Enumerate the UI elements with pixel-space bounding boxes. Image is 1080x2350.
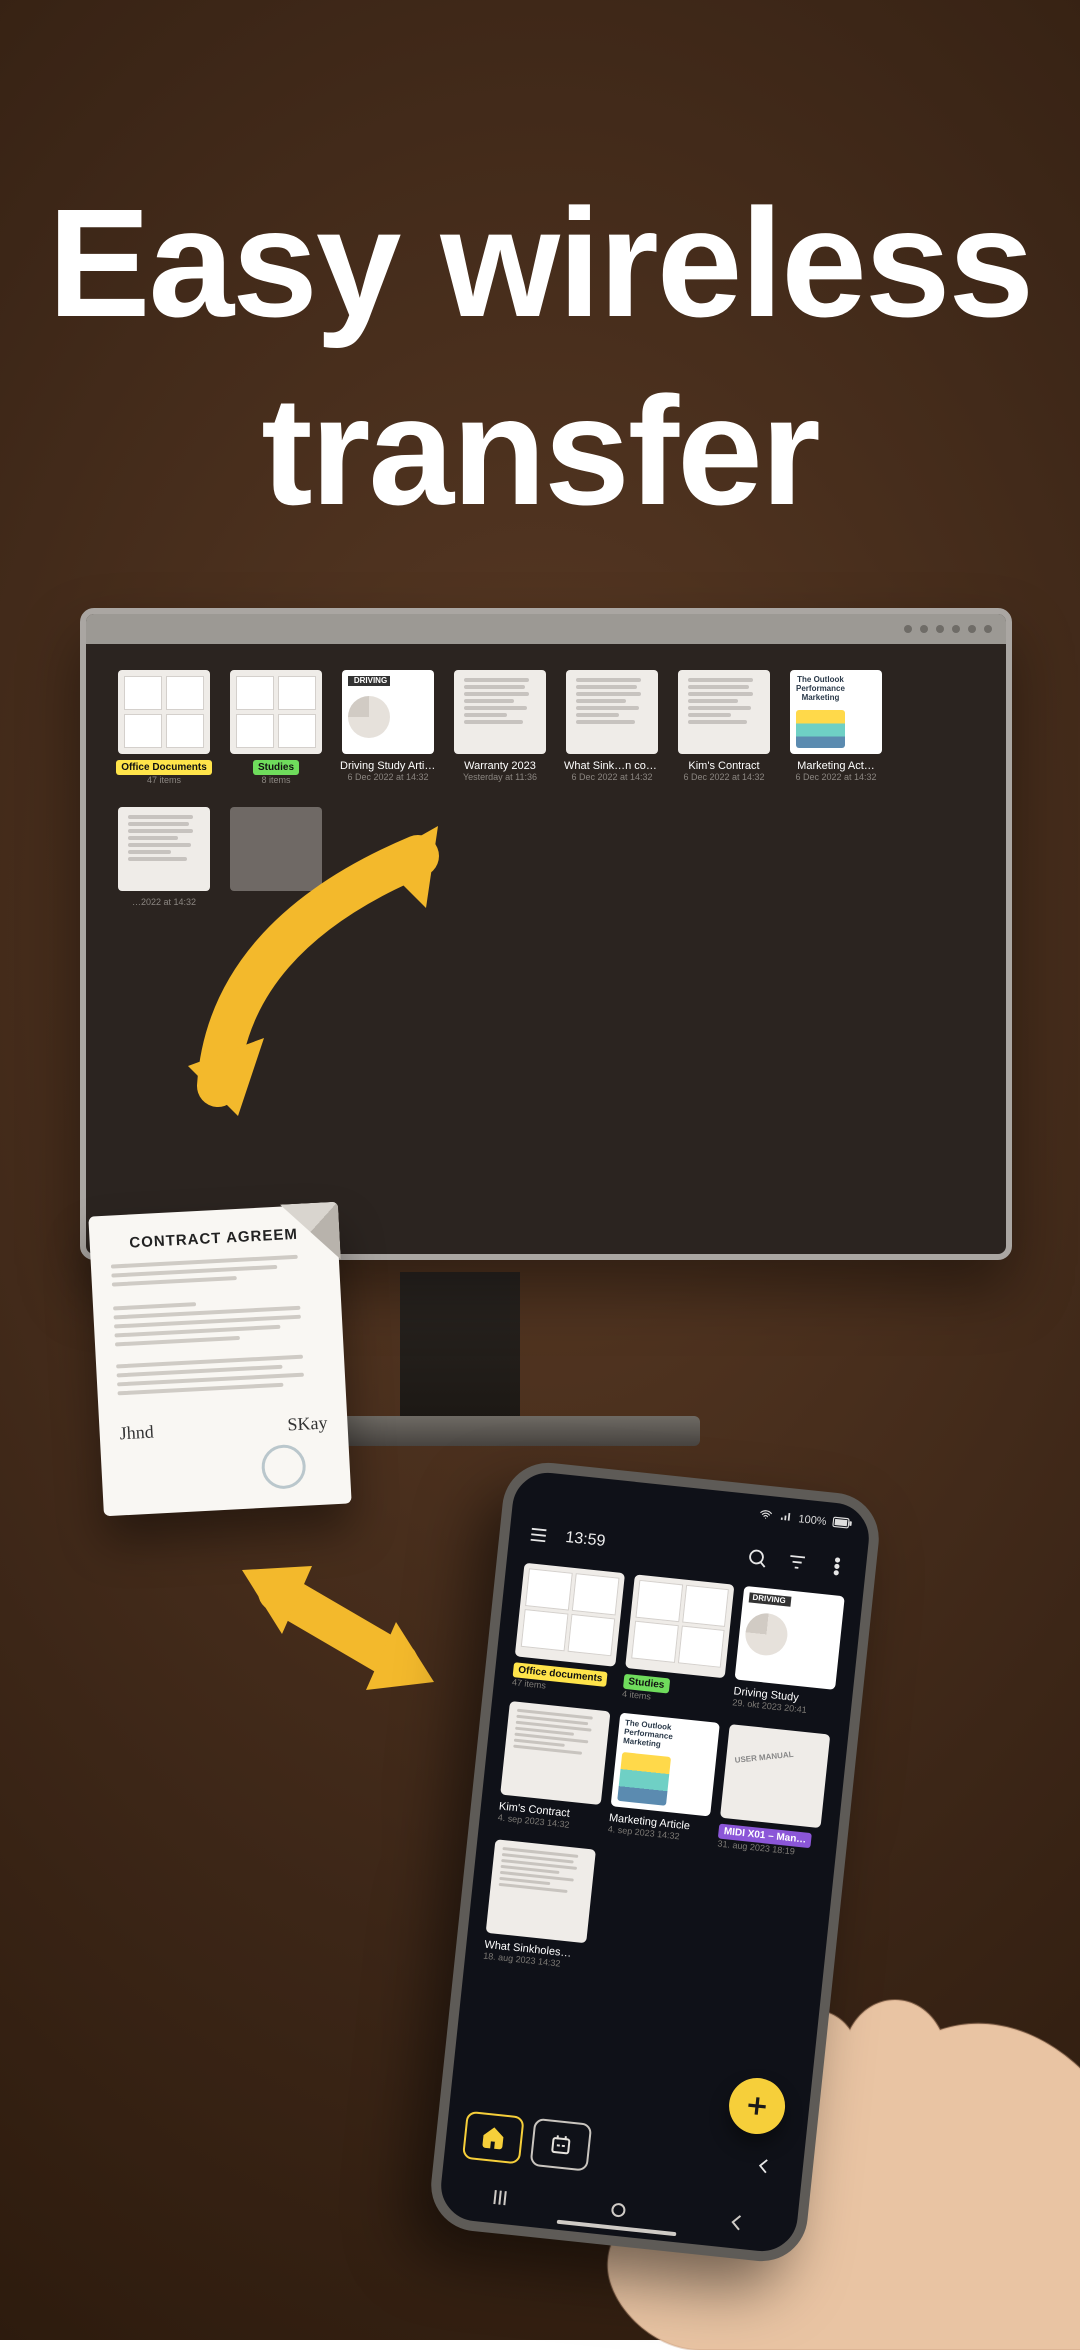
window-dot bbox=[904, 625, 912, 633]
file-subtitle: …2022 at 14:32 bbox=[116, 897, 212, 907]
file-subtitle: 47 items bbox=[116, 775, 212, 785]
menu-icon[interactable] bbox=[524, 1521, 553, 1550]
file-subtitle: 6 Dec 2022 at 14:32 bbox=[564, 772, 660, 782]
phone-file-item[interactable]: USER MANUALMIDI X01 – Man…31. aug 2023 1… bbox=[717, 1724, 830, 1859]
flying-document: CONTRACT AGREEM JhndSKay bbox=[88, 1204, 351, 1517]
file-thumbnail bbox=[566, 670, 658, 754]
wifi-icon bbox=[758, 1506, 774, 1524]
file-thumbnail bbox=[118, 807, 210, 891]
back-arrow-icon[interactable] bbox=[750, 2152, 779, 2181]
phone-file-item[interactable]: Office documents47 items bbox=[512, 1563, 625, 1698]
file-thumbnail bbox=[486, 1839, 596, 1943]
phone-file-item[interactable]: Studies4 items bbox=[622, 1574, 735, 1709]
file-thumbnail bbox=[118, 670, 210, 754]
phone-file-item[interactable]: The OutlookPerformanceMarketingMarketing… bbox=[607, 1713, 720, 1848]
desktop-monitor: Office Documents47 itemsStudies8 itemsDR… bbox=[80, 608, 1012, 1260]
file-subtitle: Yesterday at 11:36 bbox=[452, 772, 548, 782]
file-thumbnail bbox=[515, 1563, 625, 1667]
battery-text: 100% bbox=[798, 1513, 827, 1528]
phone-file-item[interactable]: Kim's Contract4. sep 2023 14:32 bbox=[497, 1701, 610, 1836]
overflow-icon[interactable] bbox=[823, 1552, 852, 1581]
window-dot bbox=[968, 625, 976, 633]
library-tab[interactable] bbox=[530, 2118, 593, 2172]
file-thumbnail bbox=[625, 1574, 735, 1678]
file-title: Marketing Act… bbox=[788, 760, 884, 772]
window-dot bbox=[984, 625, 992, 633]
phone-time: 13:59 bbox=[564, 1529, 606, 1551]
add-button[interactable] bbox=[726, 2075, 788, 2137]
desktop-file-item[interactable]: …2022 at 14:32 bbox=[116, 807, 212, 907]
file-thumbnail: USER MANUAL bbox=[720, 1724, 830, 1828]
battery-icon bbox=[832, 1515, 853, 1532]
file-subtitle: 4 items bbox=[622, 1689, 723, 1709]
file-thumbnail: The OutlookPerformanceMarketing bbox=[610, 1713, 720, 1817]
file-title: Kim's Contract bbox=[676, 760, 772, 772]
desktop-file-item[interactable]: The OutlookPerformanceMarketing Marketing… bbox=[788, 670, 884, 785]
file-subtitle: 6 Dec 2022 at 14:32 bbox=[676, 772, 772, 782]
file-thumbnail bbox=[678, 670, 770, 754]
desktop-file-grid: Office Documents47 itemsStudies8 itemsDR… bbox=[86, 644, 1006, 1254]
phone-file-grid: Office documents47 itemsStudies4 itemsDR… bbox=[465, 1561, 863, 1996]
search-icon[interactable] bbox=[743, 1544, 772, 1573]
phone-device: 100% 13:59 Office documents47 itemsStudi… bbox=[427, 1458, 884, 2265]
file-thumbnail: DRIVING bbox=[735, 1586, 845, 1690]
desktop-file-item[interactable]: Studies8 items bbox=[228, 670, 324, 785]
file-thumbnail bbox=[230, 807, 322, 891]
desktop-file-item[interactable]: Office Documents47 items bbox=[116, 670, 212, 785]
phone-file-item[interactable]: DRIVINGDriving Study29. okt 2023 20:41 bbox=[732, 1586, 845, 1721]
folder-badge: Studies bbox=[253, 760, 299, 775]
file-subtitle: 6 Dec 2022 at 14:32 bbox=[788, 772, 884, 782]
file-thumbnail bbox=[500, 1701, 610, 1805]
headline: Easy wireless transfer bbox=[0, 170, 1080, 546]
nav-home-button[interactable] bbox=[593, 2196, 643, 2225]
file-subtitle: 6 Dec 2022 at 14:32 bbox=[340, 772, 436, 782]
recent-apps-button[interactable] bbox=[475, 2183, 525, 2212]
flying-document-title: CONTRACT AGREEM bbox=[109, 1225, 318, 1253]
file-title: Driving Study Article bbox=[340, 760, 436, 772]
window-dot bbox=[920, 625, 928, 633]
phone-file-item[interactable]: What Sinkholes…18. aug 2023 14:32 bbox=[483, 1839, 596, 1971]
window-dot bbox=[952, 625, 960, 633]
file-title: Warranty 2023 bbox=[452, 760, 548, 772]
desktop-file-item[interactable]: What Sink…n common6 Dec 2022 at 14:32 bbox=[564, 670, 660, 785]
window-dot bbox=[936, 625, 944, 633]
desktop-file-item[interactable]: Kim's Contract6 Dec 2022 at 14:32 bbox=[676, 670, 772, 785]
filter-icon[interactable] bbox=[783, 1548, 812, 1577]
desktop-file-item[interactable] bbox=[228, 807, 324, 907]
file-thumbnail bbox=[230, 670, 322, 754]
file-thumbnail bbox=[454, 670, 546, 754]
file-thumbnail: DRIVING bbox=[342, 670, 434, 754]
file-thumbnail: The OutlookPerformanceMarketing bbox=[790, 670, 882, 754]
home-tab[interactable] bbox=[462, 2111, 525, 2165]
file-title: What Sink…n common bbox=[564, 760, 660, 772]
desktop-file-item[interactable]: DRIVING Driving Study Article6 Dec 2022 a… bbox=[340, 670, 436, 785]
monitor-stand bbox=[400, 1272, 520, 1422]
folder-badge: Office Documents bbox=[116, 760, 212, 775]
signal-icon bbox=[778, 1509, 794, 1527]
file-subtitle: 8 items bbox=[228, 775, 324, 785]
desktop-file-item[interactable]: Warranty 2023Yesterday at 11:36 bbox=[452, 670, 548, 785]
nav-back-button[interactable] bbox=[712, 2208, 762, 2237]
window-titlebar bbox=[86, 614, 1006, 644]
